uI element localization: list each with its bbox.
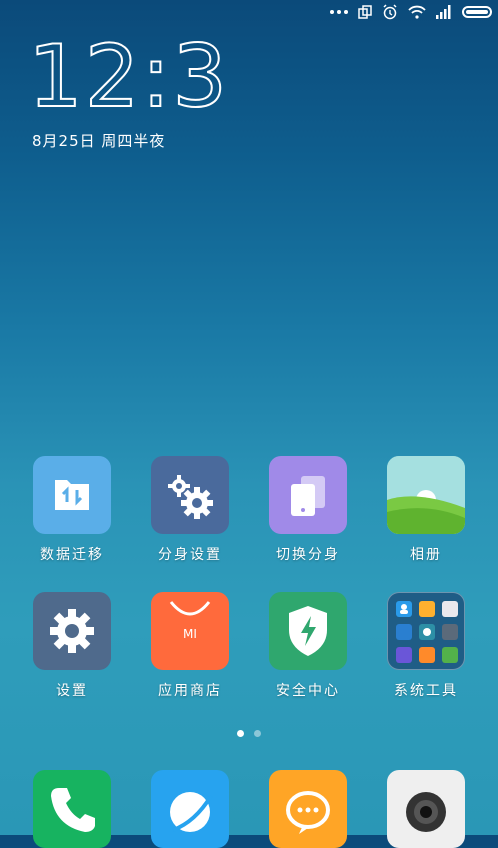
dual-settings-icon bbox=[151, 456, 229, 534]
wifi-icon bbox=[408, 5, 426, 19]
alarm-icon bbox=[383, 4, 397, 20]
security-center-icon bbox=[269, 592, 347, 670]
page-dot-active bbox=[237, 730, 244, 737]
browser-icon[interactable] bbox=[151, 770, 229, 848]
app-switch-dual[interactable]: 切换分身 bbox=[258, 456, 358, 564]
store-logo-text: MI bbox=[183, 627, 197, 641]
page-indicator bbox=[0, 730, 498, 737]
app-label: 切换分身 bbox=[276, 547, 340, 563]
app-dual-settings[interactable]: 分身设置 bbox=[140, 456, 240, 564]
clock-time-outline: 12:33 bbox=[27, 26, 285, 128]
app-label: 系统工具 bbox=[394, 683, 458, 699]
folder-system-tools[interactable]: 系统工具 bbox=[376, 592, 476, 700]
app-store-icon: MI bbox=[151, 592, 229, 670]
app-label: 数据迁移 bbox=[40, 547, 104, 563]
app-label: 安全中心 bbox=[276, 683, 340, 699]
camera-icon[interactable] bbox=[387, 770, 465, 848]
app-settings[interactable]: 设置 bbox=[22, 592, 122, 700]
more-dots-icon bbox=[330, 10, 348, 14]
status-bar bbox=[0, 0, 498, 28]
app-store[interactable]: MI 应用商店 bbox=[140, 592, 240, 700]
date-label: 8月25日 周四半夜 bbox=[32, 132, 166, 150]
gallery-icon bbox=[387, 456, 465, 534]
page-dot bbox=[254, 730, 261, 737]
data-migration-icon bbox=[33, 456, 111, 534]
clock-time: 12:33 bbox=[28, 34, 228, 114]
app-security-center[interactable]: 安全中心 bbox=[258, 592, 358, 700]
dock bbox=[0, 770, 498, 848]
settings-icon bbox=[33, 592, 111, 670]
phone-icon[interactable] bbox=[33, 770, 111, 848]
switch-dual-icon bbox=[269, 456, 347, 534]
app-label: 相册 bbox=[410, 547, 442, 563]
messages-icon[interactable] bbox=[269, 770, 347, 848]
system-tools-folder-icon bbox=[387, 592, 465, 670]
app-label: 分身设置 bbox=[158, 547, 222, 563]
app-data-migration[interactable]: 数据迁移 bbox=[22, 456, 122, 564]
battery-icon bbox=[462, 6, 492, 18]
app-gallery[interactable]: 相册 bbox=[376, 456, 476, 564]
dual-app-icon bbox=[358, 5, 372, 19]
signal-icon bbox=[436, 5, 451, 19]
app-label: 设置 bbox=[56, 683, 88, 699]
app-label: 应用商店 bbox=[158, 683, 222, 699]
clock-widget[interactable]: 12:33 bbox=[27, 26, 285, 128]
